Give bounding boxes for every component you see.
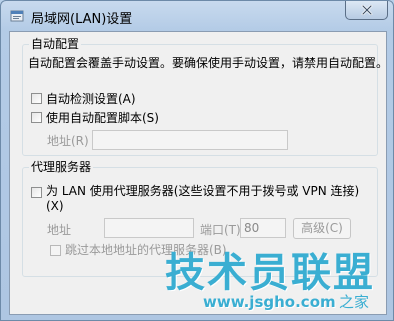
globe-icon xyxy=(10,9,24,23)
close-icon xyxy=(361,5,372,15)
bypass-local-label[interactable]: 跳过本地地址的代理服务器(B) xyxy=(65,242,227,258)
proxy-address-input[interactable] xyxy=(104,218,194,238)
proxy-address-label: 地址 xyxy=(47,223,72,237)
auto-detect-label[interactable]: 自动检测设置(A) xyxy=(46,91,136,107)
window-title: 局域网(LAN)设置 xyxy=(31,12,133,27)
proxy-port-label: 端口(T): xyxy=(200,223,245,237)
script-address-input[interactable] xyxy=(92,130,288,150)
use-proxy-label-shortcut[interactable]: (X) xyxy=(46,198,64,214)
use-proxy-label[interactable]: 为 LAN 使用代理服务器(这些设置不用于拨号或 VPN 连接) xyxy=(46,183,359,199)
use-script-checkbox[interactable] xyxy=(31,112,42,123)
close-button[interactable] xyxy=(345,1,388,20)
proxy-port-input[interactable]: 80 xyxy=(240,218,286,238)
use-script-label[interactable]: 使用自动配置脚本(S) xyxy=(46,110,159,126)
dialog-body: 自动配置 自动配置会覆盖手动设置。要确保使用手动设置，请禁用自动配置。 自动检测… xyxy=(9,31,389,315)
auto-detect-checkbox[interactable] xyxy=(31,93,42,104)
auto-config-legend: 自动配置 xyxy=(29,36,82,52)
script-address-label: 地址(R) xyxy=(47,134,89,148)
title-bar[interactable]: 局域网(LAN)设置 xyxy=(1,1,393,31)
bypass-local-checkbox[interactable] xyxy=(50,245,61,256)
lan-settings-dialog: 局域网(LAN)设置 自动配置 自动配置会覆盖手动设置。要确保使用手动设置，请禁… xyxy=(0,0,394,321)
proxy-legend: 代理服务器 xyxy=(29,159,94,175)
advanced-button[interactable]: 高级(C) xyxy=(293,218,351,239)
use-proxy-checkbox[interactable] xyxy=(31,187,42,198)
auto-config-description: 自动配置会覆盖手动设置。要确保使用手动设置，请禁用自动配置。 xyxy=(28,56,389,70)
